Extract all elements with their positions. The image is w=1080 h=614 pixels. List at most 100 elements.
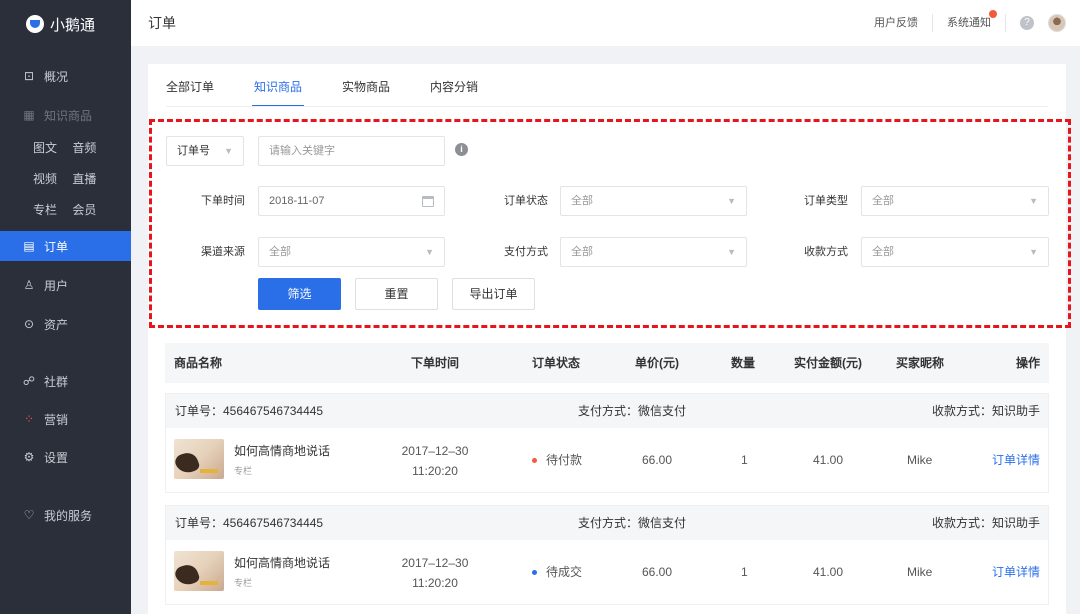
chevron-down-icon: ▼ <box>1029 247 1038 257</box>
col-product-name: 商品名称 <box>174 356 223 370</box>
sidebar-sub-member[interactable]: 会员 <box>72 203 96 217</box>
order-no-select-value: 订单号 <box>177 145 210 157</box>
tab-physical-products[interactable]: 实物商品 <box>342 64 390 107</box>
keyword-input[interactable]: 请输入关键字 <box>258 136 445 166</box>
product-thumbnail[interactable] <box>174 439 224 479</box>
group-icon: ☍ <box>22 374 36 388</box>
table-row: 如何高情商地说话 专栏 2017–12–30 11:20:20 待付款 66.0… <box>166 428 1048 492</box>
receive-method-select[interactable]: 全部 ▼ <box>861 237 1049 267</box>
tab-all-orders[interactable]: 全部订单 <box>166 64 214 107</box>
order-date-picker[interactable]: 2018-11-07 <box>258 186 445 216</box>
unit-price: 66.00 <box>642 565 673 579</box>
order-detail-link[interactable]: 订单详情 <box>992 540 1040 604</box>
channel-select[interactable]: 全部 ▼ <box>258 237 445 267</box>
product-type: 专栏 <box>234 466 253 476</box>
sidebar-item-label: 我的服务 <box>44 508 93 523</box>
order-detail-link[interactable]: 订单详情 <box>992 428 1040 492</box>
sidebar-item-label: 社群 <box>44 374 69 389</box>
sidebar-sub-audio[interactable]: 音频 <box>72 141 96 155</box>
receive-label: 收款方式 <box>804 246 848 258</box>
sidebar-subrow: 视频 直播 <box>33 170 108 187</box>
sidebar-sub-live[interactable]: 直播 <box>72 172 96 186</box>
table-row: 如何高情商地说话 专栏 2017–12–30 11:20:20 待成交 66.0… <box>166 540 1048 604</box>
sidebar-item-assets[interactable]: ⊙ 资产 <box>0 310 131 338</box>
order-header-row: 订单号：456467546734445 支付方式：微信支付 收款方式：知识助手 <box>166 394 1048 428</box>
time-label: 下单时间 <box>201 195 245 207</box>
apps-icon: ⁘ <box>23 412 35 426</box>
app-logo[interactable]: 小鹅通 <box>0 0 131 48</box>
chevron-down-icon: ▼ <box>224 146 233 156</box>
col-action: 操作 <box>1015 356 1040 370</box>
info-icon[interactable]: i <box>455 143 468 156</box>
tab-distribution[interactable]: 内容分销 <box>430 64 478 107</box>
pay-label: 支付方式 <box>504 246 548 258</box>
order-time: 2017–12–30 11:20:20 <box>400 553 470 593</box>
order-pay-method: 支付方式：微信支付 <box>578 516 687 530</box>
avatar[interactable] <box>1048 14 1066 32</box>
table-header: 商品名称 下单时间 订单状态 单价(元) 数量 实付金额(元) 买家昵称 操作 <box>165 343 1049 383</box>
coin-icon: ⊙ <box>23 317 35 331</box>
order-status: 待成交 <box>532 540 582 604</box>
col-paid-amount: 实付金额(元) <box>794 356 862 370</box>
sidebar-item-marketing[interactable]: ⁘ 营销 <box>0 405 131 433</box>
order-status: 待付款 <box>532 428 582 492</box>
sidebar-item-my-service[interactable]: ♡ 我的服务 <box>0 501 131 529</box>
sidebar-item-overview[interactable]: ⊡ 概况 <box>0 62 131 90</box>
order-type-select[interactable]: 全部 ▼ <box>861 186 1049 216</box>
pay-method-value: 全部 <box>571 246 593 258</box>
page-title: 订单 <box>148 15 176 31</box>
reset-button[interactable]: 重置 <box>355 278 438 310</box>
order-clock: 11:20:20 <box>412 576 458 590</box>
sidebar-item-knowledge[interactable]: ▦ 知识商品 <box>0 101 131 129</box>
sidebar-item-label: 用户 <box>44 278 69 293</box>
sidebar-item-users[interactable]: ♙ 用户 <box>0 271 131 299</box>
order-clock: 11:20:20 <box>412 464 458 478</box>
sidebar-item-label: 设置 <box>44 450 69 465</box>
product-name[interactable]: 如何高情商地说话 <box>234 442 330 459</box>
export-orders-button[interactable]: 导出订单 <box>452 278 535 310</box>
sidebar-sub-column[interactable]: 专栏 <box>33 203 57 217</box>
sidebar-item-community[interactable]: ☍ 社群 <box>0 367 131 395</box>
sidebar-item-settings[interactable]: ⚙ 设置 <box>0 443 131 471</box>
order-header-row: 订单号：456467546734445 支付方式：微信支付 收款方式：知识助手 <box>166 506 1048 540</box>
order-block: 订单号：456467546734445 支付方式：微信支付 收款方式：知识助手 … <box>165 505 1049 605</box>
col-unit-price: 单价(元) <box>635 356 679 370</box>
filter-button[interactable]: 筛选 <box>258 278 341 310</box>
chevron-down-icon: ▼ <box>1029 196 1038 206</box>
order-pay-method: 支付方式：微信支付 <box>578 404 687 418</box>
chevron-down-icon: ▼ <box>727 247 736 257</box>
sidebar-subrow: 图文 音频 <box>33 139 108 156</box>
help-icon[interactable]: ? <box>1020 16 1034 30</box>
tab-knowledge-products[interactable]: 知识商品 <box>252 64 305 107</box>
channel-value: 全部 <box>269 246 291 258</box>
quantity: 1 <box>741 453 748 467</box>
gear-icon: ⚙ <box>23 450 35 464</box>
sidebar-sub-video[interactable]: 视频 <box>33 172 57 186</box>
pay-method-select[interactable]: 全部 ▼ <box>560 237 747 267</box>
sidebar-sub-graphic[interactable]: 图文 <box>33 141 57 155</box>
order-status-select[interactable]: 全部 ▼ <box>560 186 747 216</box>
keyword-placeholder: 请输入关键字 <box>269 145 335 157</box>
app-name: 小鹅通 <box>50 16 96 34</box>
user-icon: ♙ <box>23 278 35 292</box>
order-date: 2017–12–30 <box>401 444 469 458</box>
sidebar-item-label: 营销 <box>44 412 69 427</box>
notice-label: 系统通知 <box>947 17 991 29</box>
status-dot <box>532 458 537 464</box>
document-icon: ▤ <box>23 239 35 253</box>
quantity: 1 <box>741 565 748 579</box>
product-name[interactable]: 如何高情商地说话 <box>234 554 330 571</box>
channel-label: 渠道来源 <box>201 246 245 258</box>
notification-badge <box>989 10 997 18</box>
logo-icon <box>26 15 44 33</box>
order-no-select[interactable]: 订单号 ▼ <box>166 136 244 166</box>
paid-amount: 41.00 <box>813 453 844 467</box>
sidebar-item-label: 订单 <box>44 239 69 254</box>
notice-link[interactable]: 系统通知 <box>933 10 1006 32</box>
product-thumbnail[interactable] <box>174 551 224 591</box>
sidebar-item-orders[interactable]: ▤ 订单 <box>0 231 131 261</box>
order-date-value: 2018-11-07 <box>269 195 325 207</box>
feedback-link[interactable]: 用户反馈 <box>860 14 933 32</box>
chevron-down-icon: ▼ <box>727 196 736 206</box>
order-number: 订单号：456467546734445 <box>175 404 324 418</box>
